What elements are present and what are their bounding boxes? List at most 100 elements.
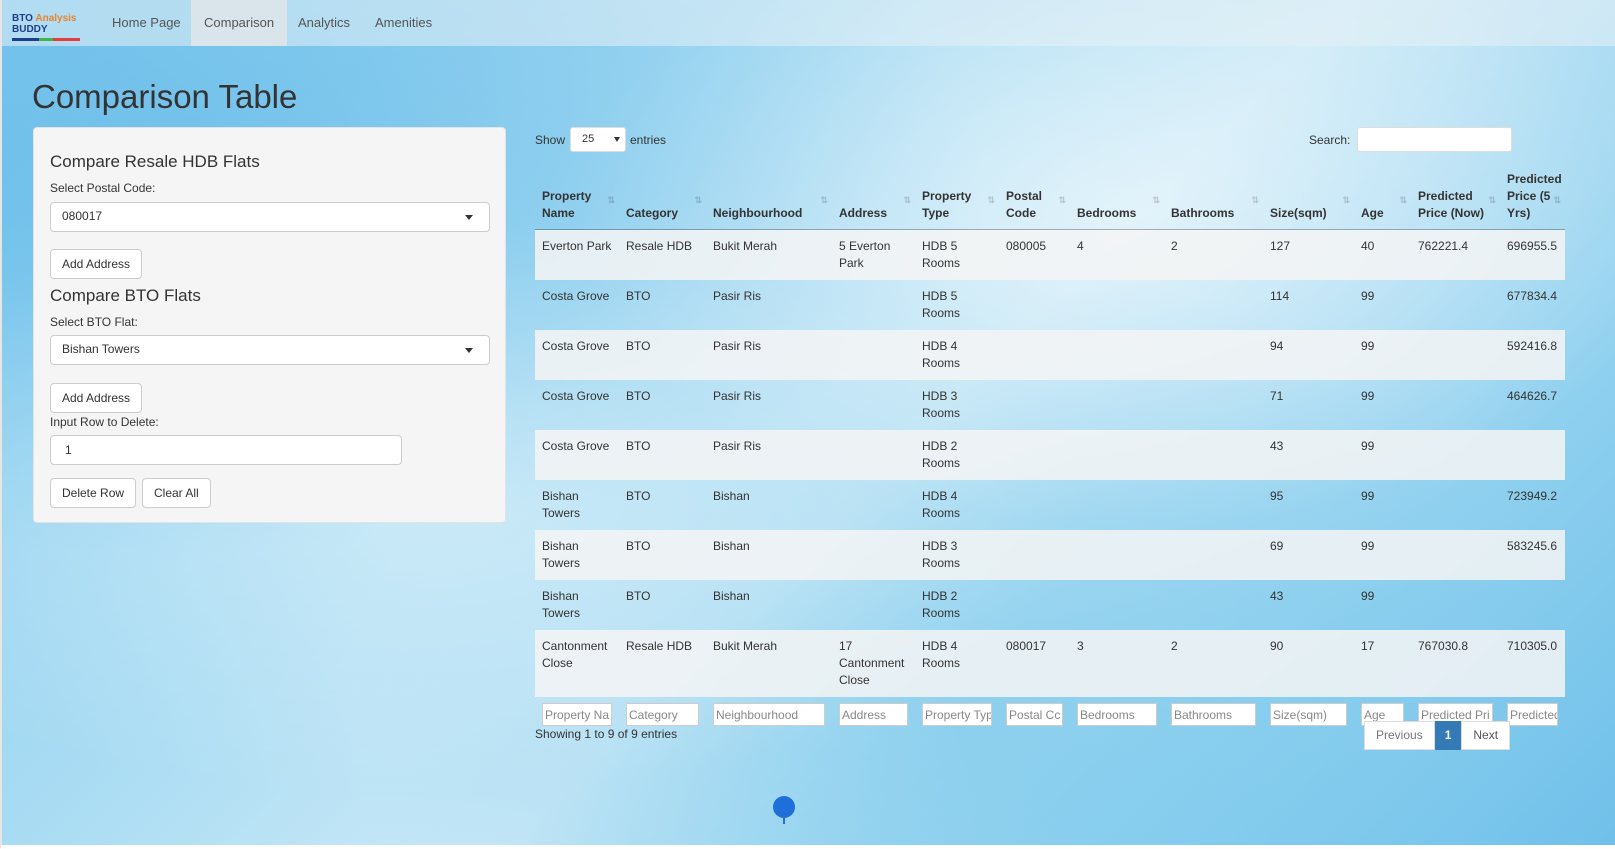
bto-flat-value: Bishan Towers — [62, 342, 140, 356]
table-cell: 71 — [1270, 389, 1284, 403]
bto-flat-select[interactable]: Bishan Towers — [50, 335, 490, 365]
column-header[interactable]: Postal Code ⇅ — [999, 165, 1070, 230]
table-cell: 114 — [1270, 289, 1290, 303]
filter-cell: Postal Cc — [999, 697, 1070, 733]
nav-home[interactable]: Home Page — [99, 0, 194, 46]
table-cell: Pasir Ris — [713, 289, 762, 303]
table-cell: HDB 3 Rooms — [922, 389, 961, 420]
table-cell: 2 — [1164, 630, 1263, 697]
previous-page-button[interactable]: Previous — [1364, 721, 1435, 750]
table-row[interactable]: Bishan Towers BTO Bishan HDB 2 Rooms 43 99 — [535, 580, 1565, 630]
sort-icon: ⇅ — [1399, 195, 1407, 205]
table-cell — [832, 580, 915, 630]
column-header[interactable]: Bathrooms ⇅ — [1164, 165, 1263, 230]
column-header-label: Address — [839, 206, 888, 220]
table-cell: 99 — [1361, 489, 1375, 503]
column-header[interactable]: Address ⇅ — [832, 165, 915, 230]
column-header[interactable]: Category ⇅ — [619, 165, 706, 230]
table-cell — [1164, 530, 1263, 580]
brand-logo[interactable]: BTO Analysis BUDDY — [12, 13, 84, 41]
table-cell: 99 — [1354, 530, 1411, 580]
clear-all-button[interactable]: Clear All — [142, 478, 211, 508]
add-resale-address-button[interactable]: Add Address — [50, 249, 143, 279]
column-header[interactable]: Neighbourhood ⇅ — [706, 165, 832, 230]
column-filter-input[interactable]: Predicted — [1507, 703, 1558, 726]
column-filter-input[interactable]: Address — [839, 703, 908, 726]
table-cell — [832, 380, 915, 430]
column-filter-input[interactable]: Bathrooms — [1171, 703, 1256, 726]
table-row[interactable]: Cantonment Close Resale HDB Bukit Merah 17 … — [535, 630, 1565, 697]
column-header[interactable]: Predicted Price (Now) ⇅ — [1411, 165, 1500, 230]
sort-icon: ⇅ — [903, 195, 911, 205]
bto-heading: Compare BTO Flats — [50, 286, 201, 305]
table-cell — [1164, 580, 1263, 630]
sort-icon: ⇅ — [987, 195, 995, 205]
table-row[interactable]: Bishan Towers BTO Bishan HDB 4 Rooms 95 99 723… — [535, 480, 1565, 530]
search-input[interactable] — [1357, 127, 1512, 152]
table-cell: 99 — [1354, 430, 1411, 480]
table-cell — [1070, 430, 1164, 480]
sort-icon: ⇅ — [1488, 195, 1496, 205]
add-bto-address-button[interactable]: Add Address — [50, 383, 143, 413]
nav-analytics[interactable]: Analytics — [285, 0, 363, 46]
table-cell: HDB 4 Rooms — [915, 330, 999, 380]
delete-row-button[interactable]: Delete Row — [50, 478, 137, 508]
table-cell — [1164, 330, 1263, 380]
table-cell: HDB 3 Rooms — [915, 530, 999, 580]
column-header[interactable]: Bedrooms ⇅ — [1070, 165, 1164, 230]
table-row[interactable]: Costa Grove BTO Pasir Ris HDB 2 Rooms 43 99 — [535, 430, 1565, 480]
column-filter-input[interactable]: Property Typ — [922, 703, 992, 726]
next-page-button[interactable]: Next — [1461, 721, 1511, 750]
column-filter-input[interactable]: Bedrooms — [1077, 703, 1157, 726]
column-header[interactable]: Predicted Price (5 Yrs) ⇅ — [1500, 165, 1565, 230]
table-cell: 40 — [1354, 229, 1411, 280]
column-header[interactable]: Age ⇅ — [1354, 165, 1411, 230]
column-filter-input[interactable]: Postal Cc — [1006, 703, 1063, 726]
table-row[interactable]: Bishan Towers BTO Bishan HDB 3 Rooms 69 99 583… — [535, 530, 1565, 580]
bto-flat-label: Select BTO Flat: — [50, 315, 138, 329]
table-row[interactable]: Costa Grove BTO Pasir Ris HDB 5 Rooms 114 99 6… — [535, 280, 1565, 330]
page-1-button[interactable]: 1 — [1434, 721, 1462, 750]
table-cell — [1070, 280, 1164, 330]
table-cell — [999, 480, 1070, 530]
column-filter-input[interactable]: Category — [626, 703, 699, 726]
table-body: Everton Park Resale HDB Bukit Merah 5 Evert… — [535, 229, 1565, 734]
table-row[interactable]: Costa Grove BTO Pasir Ris HDB 4 Rooms 94 99 59… — [535, 330, 1565, 380]
table-cell: BTO — [626, 389, 651, 403]
table-cell: Pasir Ris — [706, 330, 832, 380]
column-filter-input[interactable]: Property Na — [542, 703, 612, 726]
table-cell: 723949.2 — [1507, 489, 1558, 503]
column-filter-input[interactable]: Size(sqm) — [1270, 703, 1347, 726]
table-cell: Bishan Towers — [542, 489, 581, 520]
table-cell: Bishan Towers — [542, 589, 581, 620]
column-filter-input[interactable]: Neighbourhood — [713, 703, 825, 726]
sort-icon: ⇅ — [1058, 195, 1066, 205]
nav-comparison[interactable]: Comparison — [191, 0, 288, 46]
table-cell: Costa Grove — [535, 430, 619, 480]
table-cell: HDB 4 Rooms — [922, 489, 961, 520]
delete-row-input[interactable]: 1 — [50, 435, 402, 465]
table-row[interactable]: Everton Park Resale HDB Bukit Merah 5 Evert… — [535, 229, 1565, 280]
nav-amenities[interactable]: Amenities — [362, 0, 445, 46]
table-cell: 95 — [1270, 489, 1284, 503]
table-cell — [1164, 380, 1263, 430]
entries-length-select[interactable]: 25 — [570, 127, 626, 152]
table-cell: Bishan — [713, 489, 750, 503]
table-cell: Bishan Towers — [535, 530, 619, 580]
table-cell: Bukit Merah — [706, 229, 832, 280]
column-header[interactable]: Property Name ⇅ — [535, 165, 619, 230]
column-header-label: Neighbourhood — [713, 206, 803, 220]
table-cell: 080017 — [999, 630, 1070, 697]
column-header[interactable]: Size(sqm) ⇅ — [1263, 165, 1354, 230]
table-cell: 43 — [1263, 430, 1354, 480]
sort-icon: ⇅ — [1251, 195, 1259, 205]
table-cell: Pasir Ris — [706, 430, 832, 480]
table-cell: Costa Grove — [542, 289, 610, 303]
table-cell — [1411, 580, 1500, 630]
table-cell: 592416.8 — [1500, 330, 1565, 380]
column-header[interactable]: Property Type ⇅ — [915, 165, 999, 230]
postal-code-select[interactable]: 080017 — [50, 202, 490, 232]
table-cell: 4 — [1070, 229, 1164, 280]
show-label: Show — [535, 133, 566, 147]
table-row[interactable]: Costa Grove BTO Pasir Ris HDB 3 Rooms 71 99 46… — [535, 380, 1565, 430]
